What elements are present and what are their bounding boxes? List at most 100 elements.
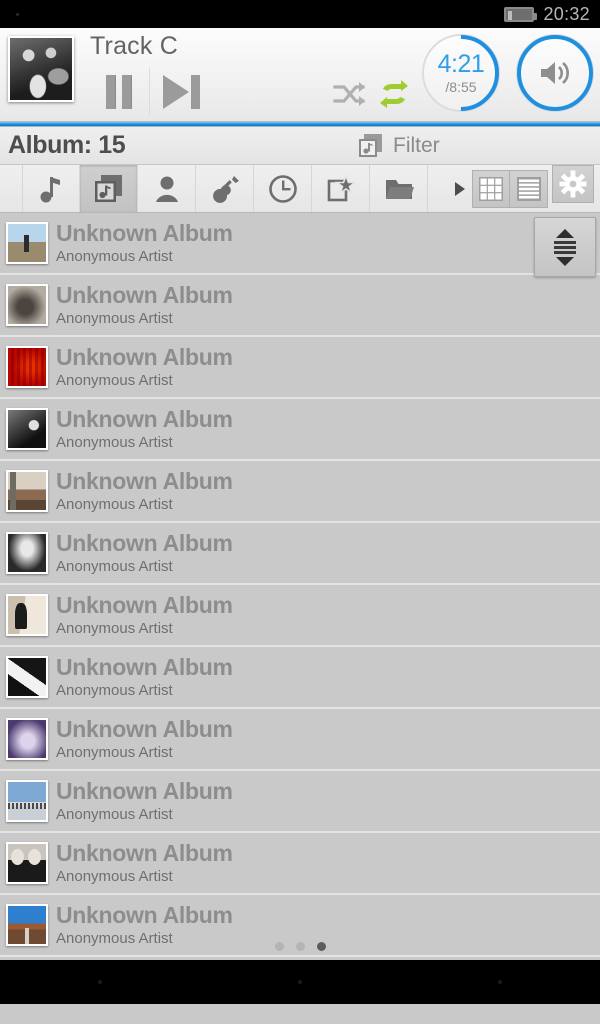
album-title: Unknown Album [56, 839, 233, 866]
tab-artists[interactable] [138, 165, 196, 212]
list-item[interactable]: Unknown Album Anonymous Artist [0, 213, 600, 275]
notification-dot-icon [16, 12, 19, 16]
elapsed-time: 4:21 [437, 50, 485, 78]
album-title: Unknown Album [56, 281, 233, 308]
album-thumbnail [6, 594, 48, 636]
album-thumbnail [6, 718, 48, 760]
home-button-icon[interactable] [298, 980, 302, 984]
list-item[interactable]: Unknown Album Anonymous Artist [0, 399, 600, 461]
repeat-icon [380, 80, 408, 108]
scroll-up-icon [556, 228, 574, 238]
list-item[interactable]: Unknown Album Anonymous Artist [0, 523, 600, 585]
shuffle-button[interactable] [332, 80, 366, 108]
album-thumbnail [6, 408, 48, 450]
pause-button[interactable] [88, 68, 150, 116]
more-tabs-button[interactable] [448, 165, 472, 212]
list-view-button[interactable] [510, 169, 548, 208]
music-note-icon [40, 176, 60, 202]
next-icon [162, 75, 189, 109]
list-item[interactable]: Unknown Album Anonymous Artist [0, 275, 600, 337]
album-header: Album: 15 Filter [0, 127, 600, 165]
playlist-star-icon [327, 173, 356, 201]
album-artist: Anonymous Artist [56, 372, 173, 390]
album-title: Unknown Album [56, 653, 233, 680]
status-clock: 20:32 [543, 3, 590, 24]
album-artist: Anonymous Artist [56, 744, 173, 762]
player-bar: Track C 4:21 /8:55 [0, 28, 600, 122]
grid-view-icon [479, 176, 503, 201]
list-item[interactable]: Unknown Album Anonymous Artist [0, 833, 600, 895]
list-item[interactable]: Unknown Album Anonymous Artist [0, 337, 600, 399]
list-item[interactable]: Unknown Album Anonymous Artist [0, 771, 600, 833]
status-notification-area [10, 12, 504, 16]
album-title: Unknown Album [56, 591, 233, 618]
list-view-icon [516, 176, 541, 201]
playback-time-ring[interactable]: 4:21 /8:55 [422, 34, 500, 112]
album-thumbnail [6, 532, 48, 574]
total-time: /8:55 [445, 79, 477, 95]
clock-icon [268, 174, 297, 203]
album-thumbnail [6, 470, 48, 512]
album-artist: Anonymous Artist [56, 248, 173, 266]
album-art-image [10, 38, 72, 100]
album-artist: Anonymous Artist [56, 620, 173, 638]
album-title: Unknown Album [56, 901, 233, 928]
tab-albums[interactable] [80, 165, 138, 212]
status-bar: 20:32 [0, 0, 600, 28]
next-track-button[interactable] [150, 68, 212, 116]
album-thumbnail [6, 904, 48, 946]
album-artist: Anonymous Artist [56, 496, 173, 514]
tab-folders[interactable] [370, 165, 428, 212]
volume-icon [541, 62, 569, 84]
filter-button[interactable]: Filter [358, 127, 440, 165]
album-title: Unknown Album [56, 343, 233, 370]
list-item[interactable]: Unknown Album Anonymous Artist [0, 585, 600, 647]
album-title: Unknown Album [56, 777, 233, 804]
album-artist: Anonymous Artist [56, 806, 173, 824]
view-mode-toggle [472, 165, 548, 212]
now-playing-album-art[interactable] [8, 36, 74, 102]
tab-tracks[interactable] [22, 165, 80, 212]
category-tab-bar [0, 165, 600, 213]
settings-gear-icon [559, 170, 587, 198]
back-button-icon[interactable] [98, 980, 102, 984]
album-list[interactable]: Unknown Album Anonymous Artist Unknown A… [0, 213, 600, 960]
arrow-right-icon [455, 181, 465, 196]
album-title: Unknown Album [56, 529, 233, 556]
list-item[interactable]: Unknown Album Anonymous Artist [0, 895, 600, 957]
transport-controls [88, 68, 212, 116]
album-artist: Anonymous Artist [56, 434, 173, 452]
battery-icon [504, 6, 538, 22]
scroll-down-icon [556, 256, 574, 266]
album-artist: Anonymous Artist [56, 558, 173, 576]
album-title: Unknown Album [56, 219, 233, 246]
album-artist: Anonymous Artist [56, 930, 173, 948]
tab-recent[interactable] [254, 165, 312, 212]
album-artist: Anonymous Artist [56, 868, 173, 886]
volume-button[interactable] [516, 34, 594, 112]
repeat-button[interactable] [377, 80, 411, 108]
filter-label: Filter [393, 134, 440, 157]
tabbar-spacer [428, 165, 448, 212]
guitar-icon [212, 175, 239, 203]
list-item[interactable]: Unknown Album Anonymous Artist [0, 709, 600, 771]
album-title: Unknown Album [56, 405, 233, 432]
recents-button-icon[interactable] [498, 980, 502, 984]
now-playing-title: Track C [90, 32, 178, 60]
shuffle-icon [333, 82, 365, 106]
tab-genres[interactable] [196, 165, 254, 212]
pause-icon [105, 75, 116, 109]
settings-button[interactable] [552, 165, 594, 203]
list-item[interactable]: Unknown Album Anonymous Artist [0, 461, 600, 523]
grid-view-button[interactable] [472, 169, 510, 208]
scroll-handle[interactable] [534, 217, 596, 277]
album-thumbnail [6, 346, 48, 388]
album-artist: Anonymous Artist [56, 682, 173, 700]
system-navigation-bar[interactable] [0, 960, 600, 1004]
list-item[interactable]: Unknown Album Anonymous Artist [0, 647, 600, 709]
album-thumbnail [6, 842, 48, 884]
album-music-icon [359, 134, 382, 157]
page-title: Album: 15 [8, 131, 126, 159]
tab-playlists[interactable] [312, 165, 370, 212]
album-thumbnail [6, 780, 48, 822]
